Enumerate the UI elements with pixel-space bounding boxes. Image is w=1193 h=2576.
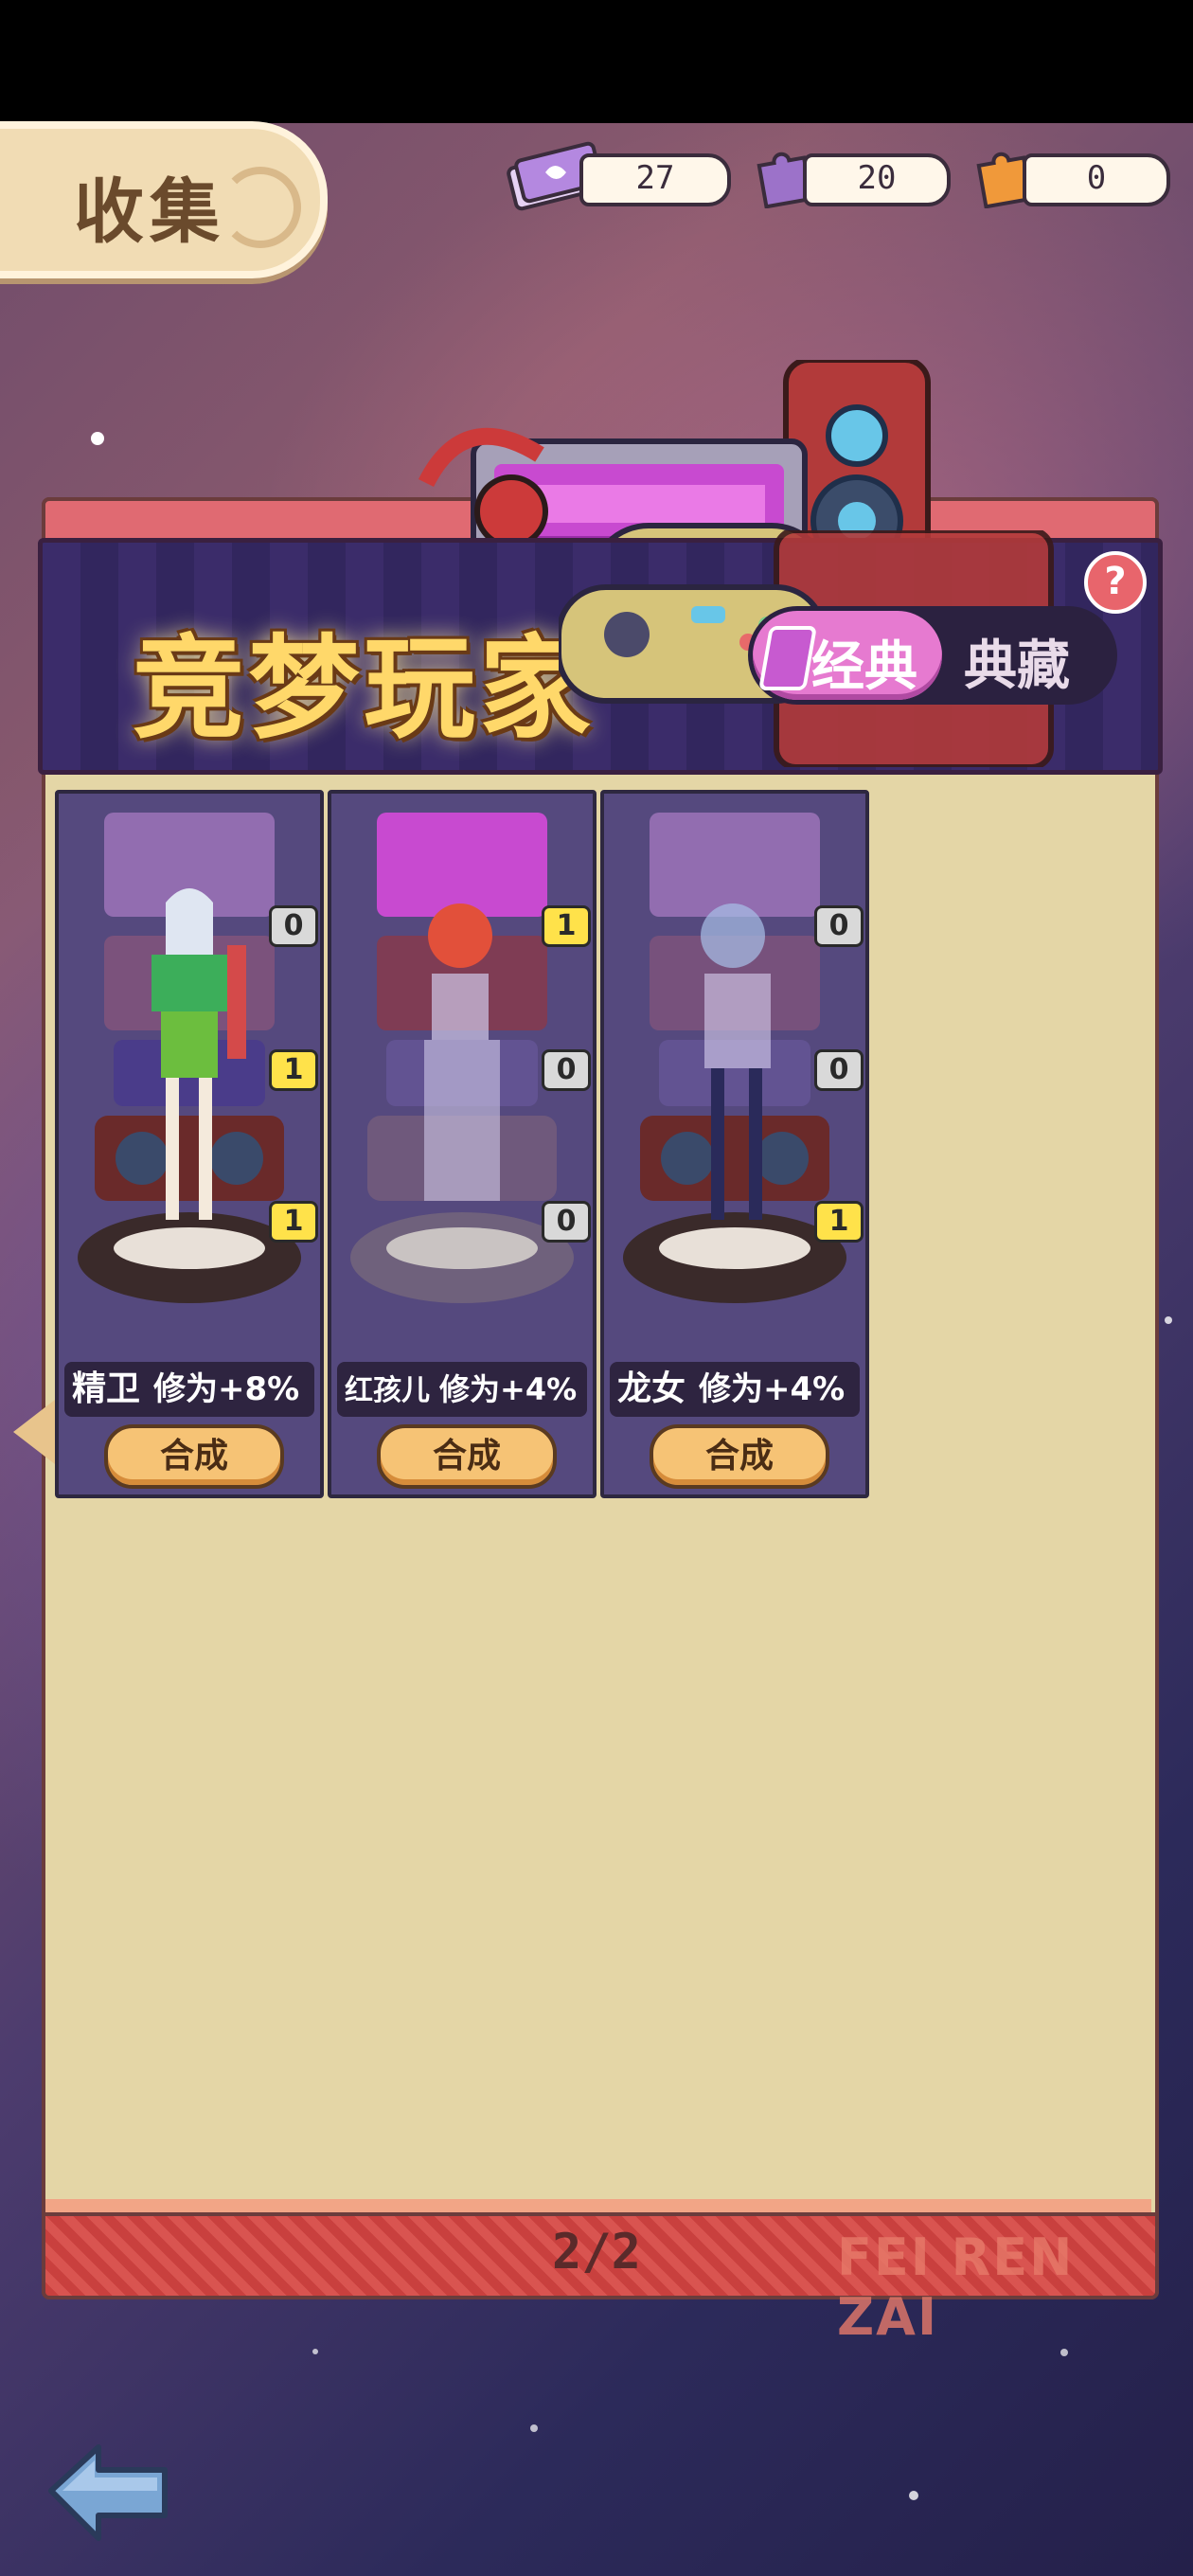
character-bonus: 修为+4% (439, 1371, 578, 1407)
piece-count-bottom: 1 (269, 1201, 318, 1243)
piece-count-middle-value: 0 (828, 1053, 849, 1086)
card-chip-icon (758, 626, 817, 690)
toggle-classic-label: 经典 (811, 636, 917, 698)
character-card[interactable]: 0 1 1 精卫 修为+8% 合成 (55, 790, 324, 1498)
card-namebar: 红孩儿 修为+4% (337, 1362, 587, 1417)
character-name: 精卫 (72, 1369, 141, 1408)
back-button[interactable] (42, 2434, 174, 2551)
piece-count-middle: 0 (542, 1049, 591, 1091)
piece-count-middle: 0 (814, 1049, 864, 1091)
star (1060, 2349, 1068, 2356)
piece-count-bottom: 0 (542, 1201, 591, 1243)
footer-trim (45, 2199, 1151, 2212)
ticket-counter: 27 (579, 153, 731, 206)
purple-puzzle-counter: 20 (803, 153, 951, 206)
brand-watermark: FEI REN ZAI (837, 2227, 1075, 2347)
star (1165, 1316, 1172, 1324)
card-namebar: 精卫 修为+8% (64, 1362, 314, 1417)
piece-count-bottom: 1 (814, 1201, 864, 1243)
character-bonus: 修为+8% (153, 1370, 300, 1408)
piece-count-bottom-value: 0 (556, 1205, 577, 1238)
swirl-ornament (220, 167, 301, 248)
status-bar (0, 0, 1193, 123)
toggle-collection[interactable]: 典藏 (964, 623, 1070, 700)
ticket-count: 27 (635, 159, 675, 197)
piece-count-top-value: 1 (556, 909, 577, 942)
piece-count-top: 1 (542, 905, 591, 947)
character-card[interactable]: 0 0 1 龙女 修为+4% 合成 (600, 790, 869, 1498)
orange-puzzle-count: 0 (1086, 159, 1107, 197)
previous-page-arrow-icon[interactable] (13, 1400, 55, 1464)
character-card[interactable]: 1 0 0 红孩儿 修为+4% 合成 (328, 790, 596, 1498)
collection-tab-label: 收集 (74, 171, 225, 253)
character-name: 红孩儿 (345, 1374, 430, 1407)
card-namebar: 龙女 修为+4% (610, 1362, 860, 1417)
piece-count-top-value: 0 (283, 909, 304, 942)
star (530, 2424, 538, 2432)
piece-count-bottom-value: 1 (828, 1205, 849, 1238)
piece-count-top: 0 (814, 905, 864, 947)
combine-button[interactable]: 合成 (650, 1424, 829, 1489)
piece-count-bottom-value: 1 (283, 1205, 304, 1238)
piece-count-top: 0 (269, 905, 318, 947)
star (91, 432, 104, 445)
back-arrow-icon (48, 2444, 168, 2541)
piece-count-middle-value: 0 (556, 1053, 577, 1086)
toggle-classic[interactable]: 经典 (753, 611, 942, 700)
character-name: 龙女 (617, 1369, 686, 1408)
orange-puzzle-counter: 0 (1023, 153, 1170, 206)
character-bonus: 修为+4% (699, 1370, 846, 1408)
combine-button[interactable]: 合成 (104, 1424, 284, 1489)
collection-tab[interactable]: 收集 (0, 121, 328, 278)
piece-count-top-value: 0 (828, 909, 849, 942)
piece-count-middle: 1 (269, 1049, 318, 1091)
help-button[interactable]: ? (1084, 551, 1147, 614)
combine-button[interactable]: 合成 (377, 1424, 557, 1489)
purple-puzzle-count: 20 (857, 159, 897, 197)
star (312, 2349, 318, 2354)
banner-title: 竞梦玩家 (133, 623, 596, 754)
piece-count-middle-value: 1 (283, 1053, 304, 1086)
star (909, 2491, 918, 2500)
